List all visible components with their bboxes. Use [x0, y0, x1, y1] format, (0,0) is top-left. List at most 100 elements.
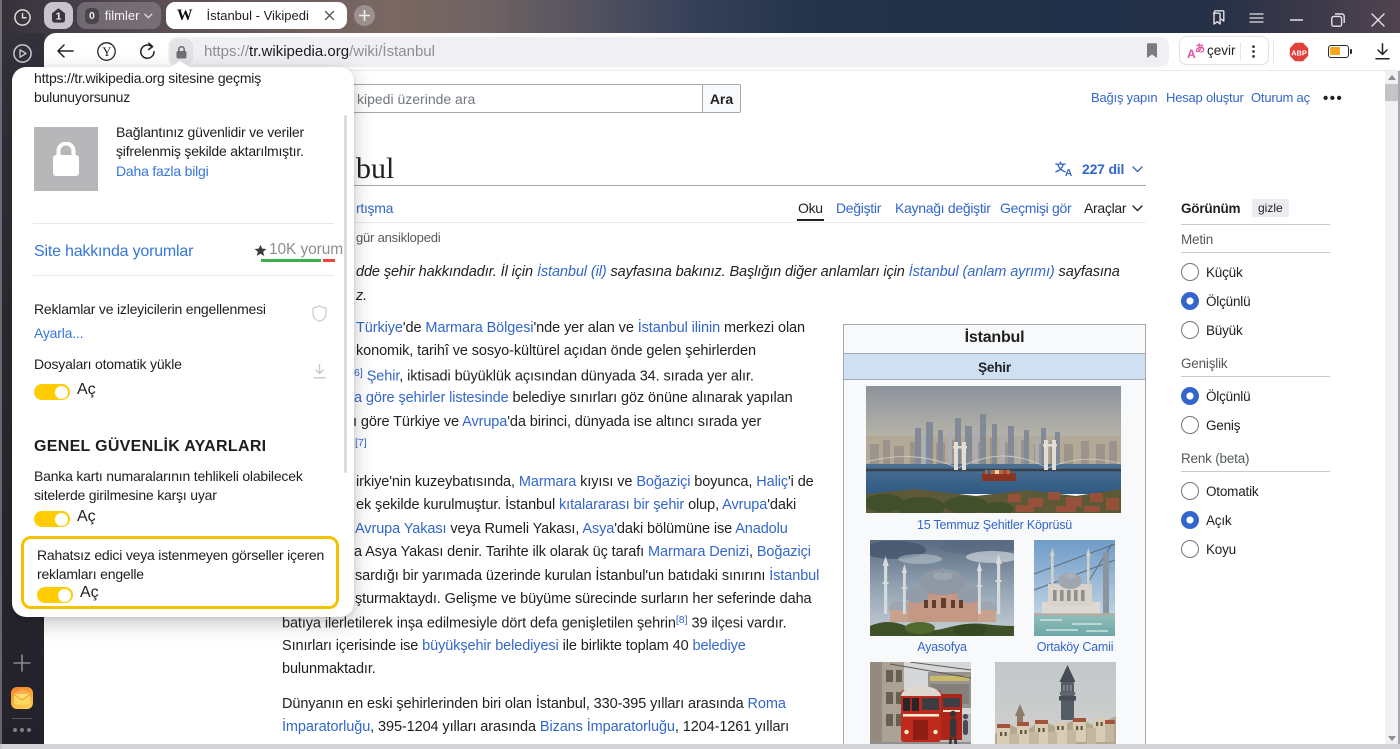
article-link[interactable]: İstanbul ilinin — [638, 320, 720, 336]
article-link[interactable]: a göre şehirler listesinde — [354, 390, 509, 406]
radio-option-olcunlu-text[interactable]: Ölçünlü — [1181, 292, 1250, 310]
configure-ads-link[interactable]: Ayarla... — [34, 325, 83, 341]
article-link[interactable]: Avrupa — [722, 497, 767, 513]
article-text[interactable]: 6] — [354, 367, 363, 379]
article-link[interactable]: İstanbul (anlam ayrımı) — [909, 264, 1055, 280]
more-info-link[interactable]: Daha fazla bilgi — [116, 163, 209, 179]
galata-image[interactable] — [995, 662, 1116, 744]
radio-icon[interactable] — [1181, 482, 1199, 500]
article-link[interactable]: Anadolu — [735, 521, 788, 537]
autoload-toggle[interactable] — [34, 384, 70, 400]
url-field[interactable]: https://tr.wikipedia.org/wiki/İstanbul — [168, 37, 1169, 67]
yandex-y-icon[interactable]: Y — [97, 42, 116, 61]
window-minimize-icon[interactable] — [1290, 19, 1303, 21]
radio-option-olcunlu-width[interactable]: Ölçünlü — [1181, 387, 1250, 405]
article-link[interactable]: Marmara — [519, 474, 576, 490]
window-close-icon[interactable] — [1371, 13, 1385, 27]
article-link[interactable]: büyükşehir belediyesi — [422, 638, 559, 654]
active-tab[interactable]: W İstanbul - Vikipedi — [166, 2, 347, 29]
create-account-link[interactable]: Hesap oluştur — [1166, 90, 1244, 105]
tab-history[interactable]: Geçmişi gör — [1000, 200, 1071, 216]
history-clock-icon[interactable] — [14, 9, 31, 26]
window-restore-icon[interactable] — [1331, 13, 1345, 27]
new-tab-button[interactable] — [354, 5, 375, 26]
ayasofya-image[interactable] — [870, 540, 1014, 636]
bookmarks-panel-icon[interactable] — [1209, 10, 1229, 25]
site-reviews-link[interactable]: Site hakkında yorumlar — [34, 243, 193, 261]
radio-icon[interactable] — [1181, 416, 1199, 434]
article-link[interactable]: Haliç — [756, 474, 788, 490]
article-link[interactable]: Boğaziçi — [757, 544, 811, 560]
article-link[interactable]: Boğaziçi — [636, 474, 690, 490]
battery-icon[interactable] — [1328, 45, 1349, 58]
download-icon[interactable] — [1375, 43, 1390, 60]
article-link[interactable]: Şehir — [367, 368, 400, 384]
article-link[interactable]: Marmara Bölgesi — [425, 320, 533, 336]
search-input[interactable] — [348, 84, 702, 113]
bank-card-toggle[interactable] — [34, 511, 70, 527]
kebab-menu-icon[interactable] — [1252, 45, 1255, 58]
radio-option-buyuk[interactable]: Büyük — [1181, 321, 1243, 339]
article-link[interactable]: İstanbul — [769, 568, 819, 584]
sidebar-more-icon[interactable] — [13, 728, 31, 734]
article-link[interactable]: kıtalararası bir şehir — [559, 497, 684, 513]
login-link[interactable]: Oturum aç — [1251, 90, 1310, 105]
tab-edit-source[interactable]: Kaynağı değiştir — [895, 200, 991, 216]
annoying-ads-toggle[interactable] — [37, 587, 73, 603]
article-text[interactable]: [8] — [676, 614, 688, 626]
appearance-hide-button[interactable]: gizle — [1252, 199, 1289, 217]
tab-read[interactable]: Oku — [798, 200, 823, 216]
radio-option-genis[interactable]: Geniş — [1181, 416, 1240, 434]
tab-group-active-chip[interactable]: 1 — [44, 2, 73, 29]
adblock-plus-icon[interactable]: ABP — [1289, 42, 1309, 62]
translate-button[interactable]: A あ çevir — [1179, 36, 1269, 65]
language-selector[interactable]: 文 A 227 dil — [1055, 161, 1143, 177]
article-link[interactable]: İmparatorluğu — [282, 719, 370, 735]
tab-talk[interactable]: rtışma — [356, 200, 393, 216]
search-button[interactable]: Ara — [702, 84, 741, 113]
sidebar-add-icon[interactable] — [13, 654, 31, 672]
article-link[interactable]: Avrupa — [462, 414, 507, 430]
scroll-up-arrow[interactable] — [1388, 75, 1396, 80]
scroll-down-arrow[interactable] — [1388, 736, 1396, 741]
reviews-badge[interactable]: 10K yorum — [254, 241, 343, 259]
article-link[interactable]: Avrupa Yakası — [355, 521, 446, 537]
bridge-panorama-image[interactable] — [866, 386, 1121, 513]
radio-option-koyu[interactable]: Koyu — [1181, 540, 1236, 558]
tab-close-icon[interactable] — [324, 10, 335, 21]
scrollbar-thumb[interactable] — [1385, 84, 1398, 101]
tab-group-filmler-chip[interactable]: 0 filmler — [77, 2, 161, 29]
back-arrow-icon[interactable] — [57, 44, 74, 58]
menu-hamburger-icon[interactable] — [1249, 13, 1264, 23]
article-link[interactable]: belediye — [693, 638, 746, 654]
donate-link[interactable]: Bağış yapın — [1091, 90, 1157, 105]
bookmark-flag-icon[interactable] — [1146, 43, 1158, 59]
radio-icon-checked[interactable] — [1181, 387, 1199, 405]
radio-option-kucuk[interactable]: Küçük — [1181, 263, 1243, 281]
user-menu-ellipsis[interactable]: ••• — [1323, 90, 1343, 107]
tab-edit[interactable]: Değiştir — [836, 200, 881, 216]
infobox-caption-bridge[interactable]: 15 Temmuz Şehitler Köprüsü — [844, 518, 1145, 532]
radio-icon-checked[interactable] — [1181, 292, 1199, 310]
article-link[interactable]: İstanbul (il) — [537, 264, 607, 280]
article-link[interactable]: Bizans İmparatorluğu — [540, 719, 675, 735]
popup-scrollbar[interactable] — [344, 115, 347, 473]
article-link[interactable]: Roma — [748, 696, 786, 712]
tram-image[interactable] — [870, 662, 971, 744]
radio-icon-checked[interactable] — [1181, 511, 1199, 529]
ortakoy-image[interactable] — [1034, 540, 1115, 636]
article-text[interactable]: [7] — [355, 437, 367, 449]
sidebar-panel-toggle-icon[interactable] — [13, 44, 32, 63]
article-link[interactable]: Asya — [582, 521, 614, 537]
radio-icon[interactable] — [1181, 263, 1199, 281]
infobox-caption-ortakoy[interactable]: Ortaköy Camii — [1005, 640, 1145, 654]
tab-tools[interactable]: Araçlar — [1084, 200, 1126, 216]
radio-icon[interactable] — [1181, 540, 1199, 558]
radio-option-otomatik[interactable]: Otomatik — [1181, 482, 1258, 500]
yandex-mail-app-icon[interactable] — [11, 687, 33, 709]
radio-icon[interactable] — [1181, 321, 1199, 339]
radio-option-acik[interactable]: Açık — [1181, 511, 1231, 529]
article-link[interactable]: Türkiye — [356, 320, 403, 336]
infobox-caption-ayasofya[interactable]: Ayasofya — [870, 640, 1014, 654]
page-scrollbar[interactable] — [1385, 71, 1398, 744]
